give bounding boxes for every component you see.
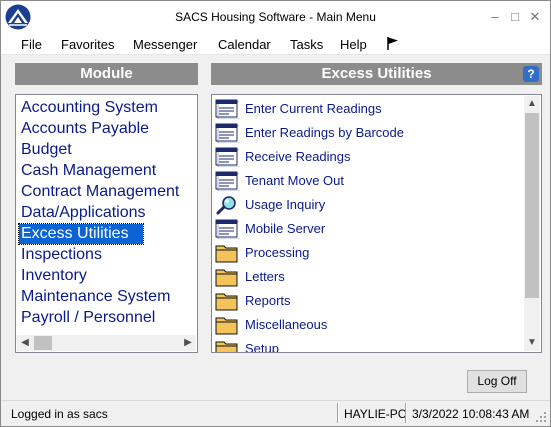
utility-item-enter-current-readings[interactable]: Enter Current Readings: [215, 98, 520, 120]
utilities-list[interactable]: Enter Current Readings Enter Readings by …: [211, 94, 542, 353]
utility-item-label: Tenant Move Out: [245, 173, 344, 188]
maximize-button[interactable]: □: [508, 9, 522, 24]
hscroll-thumb[interactable]: [34, 336, 52, 350]
status-separator: [337, 403, 339, 423]
module-item-cash-management[interactable]: Cash Management: [19, 161, 158, 181]
utility-item-label: Setup: [245, 341, 279, 353]
form-icon: [215, 171, 241, 192]
scroll-up-arrow-icon[interactable]: ▲: [524, 96, 540, 112]
utility-item-enter-readings-by-barcode[interactable]: Enter Readings by Barcode: [215, 122, 520, 144]
utility-item-label: Usage Inquiry: [245, 197, 326, 212]
title-bar[interactable]: SACS Housing Software - Main Menu – □ ✕: [1, 1, 550, 33]
utility-item-label: Letters: [245, 269, 285, 284]
status-computer-name: HAYLIE-PC: [344, 407, 407, 421]
utility-item-mobile-server[interactable]: Mobile Server: [215, 218, 520, 240]
utility-item-label: Enter Current Readings: [245, 101, 382, 116]
utility-item-miscellaneous[interactable]: Miscellaneous: [215, 314, 520, 336]
utility-item-label: Miscellaneous: [245, 317, 328, 332]
utility-item-receive-readings[interactable]: Receive Readings: [215, 146, 520, 168]
utility-item-reports[interactable]: Reports: [215, 290, 520, 312]
menu-bar: File Favorites Messenger Calendar Tasks …: [1, 33, 550, 55]
module-item-data-applications[interactable]: Data/Applications: [19, 203, 148, 223]
module-panel-header: Module: [15, 63, 198, 85]
menu-calendar[interactable]: Calendar: [218, 37, 271, 52]
folder-icon: [215, 291, 239, 311]
module-item-accounts-payable[interactable]: Accounts Payable: [19, 119, 151, 139]
module-item-maintenance-system[interactable]: Maintenance System: [19, 287, 172, 307]
utility-item-tenant-move-out[interactable]: Tenant Move Out: [215, 170, 520, 192]
module-list[interactable]: Accounting System Accounts Payable Budge…: [15, 94, 198, 353]
menu-tasks[interactable]: Tasks: [290, 37, 323, 52]
utility-item-processing[interactable]: Processing: [215, 242, 520, 264]
folder-icon: [215, 315, 239, 335]
status-datetime: 3/3/2022 10:08:43 AM: [412, 407, 530, 421]
help-icon[interactable]: ?: [523, 66, 539, 82]
form-icon: [215, 123, 241, 144]
window-title: SACS Housing Software - Main Menu: [175, 10, 376, 24]
module-item-inspections[interactable]: Inspections: [19, 245, 104, 265]
module-item-excess-utilities[interactable]: Excess Utilities: [18, 223, 144, 245]
utility-item-usage-inquiry[interactable]: Usage Inquiry: [215, 194, 520, 216]
scroll-down-arrow-icon[interactable]: ▼: [524, 335, 540, 351]
module-item-budget[interactable]: Budget: [19, 140, 74, 160]
menu-file[interactable]: File: [21, 37, 42, 52]
menu-favorites[interactable]: Favorites: [61, 37, 114, 52]
form-icon: [215, 147, 241, 168]
vscroll-thumb[interactable]: [525, 113, 539, 298]
flag-icon[interactable]: [386, 36, 400, 51]
folder-icon: [215, 267, 239, 287]
status-separator: [405, 403, 407, 423]
folder-icon: [215, 339, 239, 352]
module-list-hscrollbar[interactable]: ◀ ▶: [17, 335, 196, 351]
utilities-panel-title: Excess Utilities: [321, 65, 432, 82]
form-icon: [215, 99, 241, 120]
log-off-button[interactable]: Log Off: [467, 370, 527, 393]
module-item-accounting-system[interactable]: Accounting System: [19, 98, 160, 118]
scroll-left-arrow-icon[interactable]: ◀: [17, 335, 33, 351]
module-item-inventory[interactable]: Inventory: [19, 266, 89, 286]
form-icon: [215, 219, 241, 240]
resize-grip-icon[interactable]: [535, 411, 547, 423]
menu-messenger[interactable]: Messenger: [133, 37, 197, 52]
magnifier-icon: [215, 195, 239, 215]
status-logged-in-user: Logged in as sacs: [11, 407, 108, 421]
status-bar: Logged in as sacs HAYLIE-PC 3/3/2022 10:…: [1, 400, 550, 426]
main-window: SACS Housing Software - Main Menu – □ ✕ …: [0, 0, 551, 427]
utility-item-label: Enter Readings by Barcode: [245, 125, 404, 140]
utility-item-letters[interactable]: Letters: [215, 266, 520, 288]
utility-item-label: Reports: [245, 293, 291, 308]
folder-icon: [215, 243, 239, 263]
module-item-payroll-personnel[interactable]: Payroll / Personnel: [19, 308, 157, 328]
scroll-right-arrow-icon[interactable]: ▶: [180, 335, 196, 351]
utility-item-label: Receive Readings: [245, 149, 351, 164]
minimize-button[interactable]: –: [488, 9, 502, 24]
utility-item-label: Mobile Server: [245, 221, 326, 236]
menu-help[interactable]: Help: [340, 37, 367, 52]
utilities-panel-header: Excess Utilities ?: [211, 63, 542, 85]
utility-item-label: Processing: [245, 245, 310, 260]
utility-item-setup[interactable]: Setup: [215, 338, 520, 353]
module-item-contract-management[interactable]: Contract Management: [19, 182, 181, 202]
close-button[interactable]: ✕: [528, 9, 542, 25]
utilities-list-vscrollbar[interactable]: ▲ ▼: [524, 96, 540, 351]
